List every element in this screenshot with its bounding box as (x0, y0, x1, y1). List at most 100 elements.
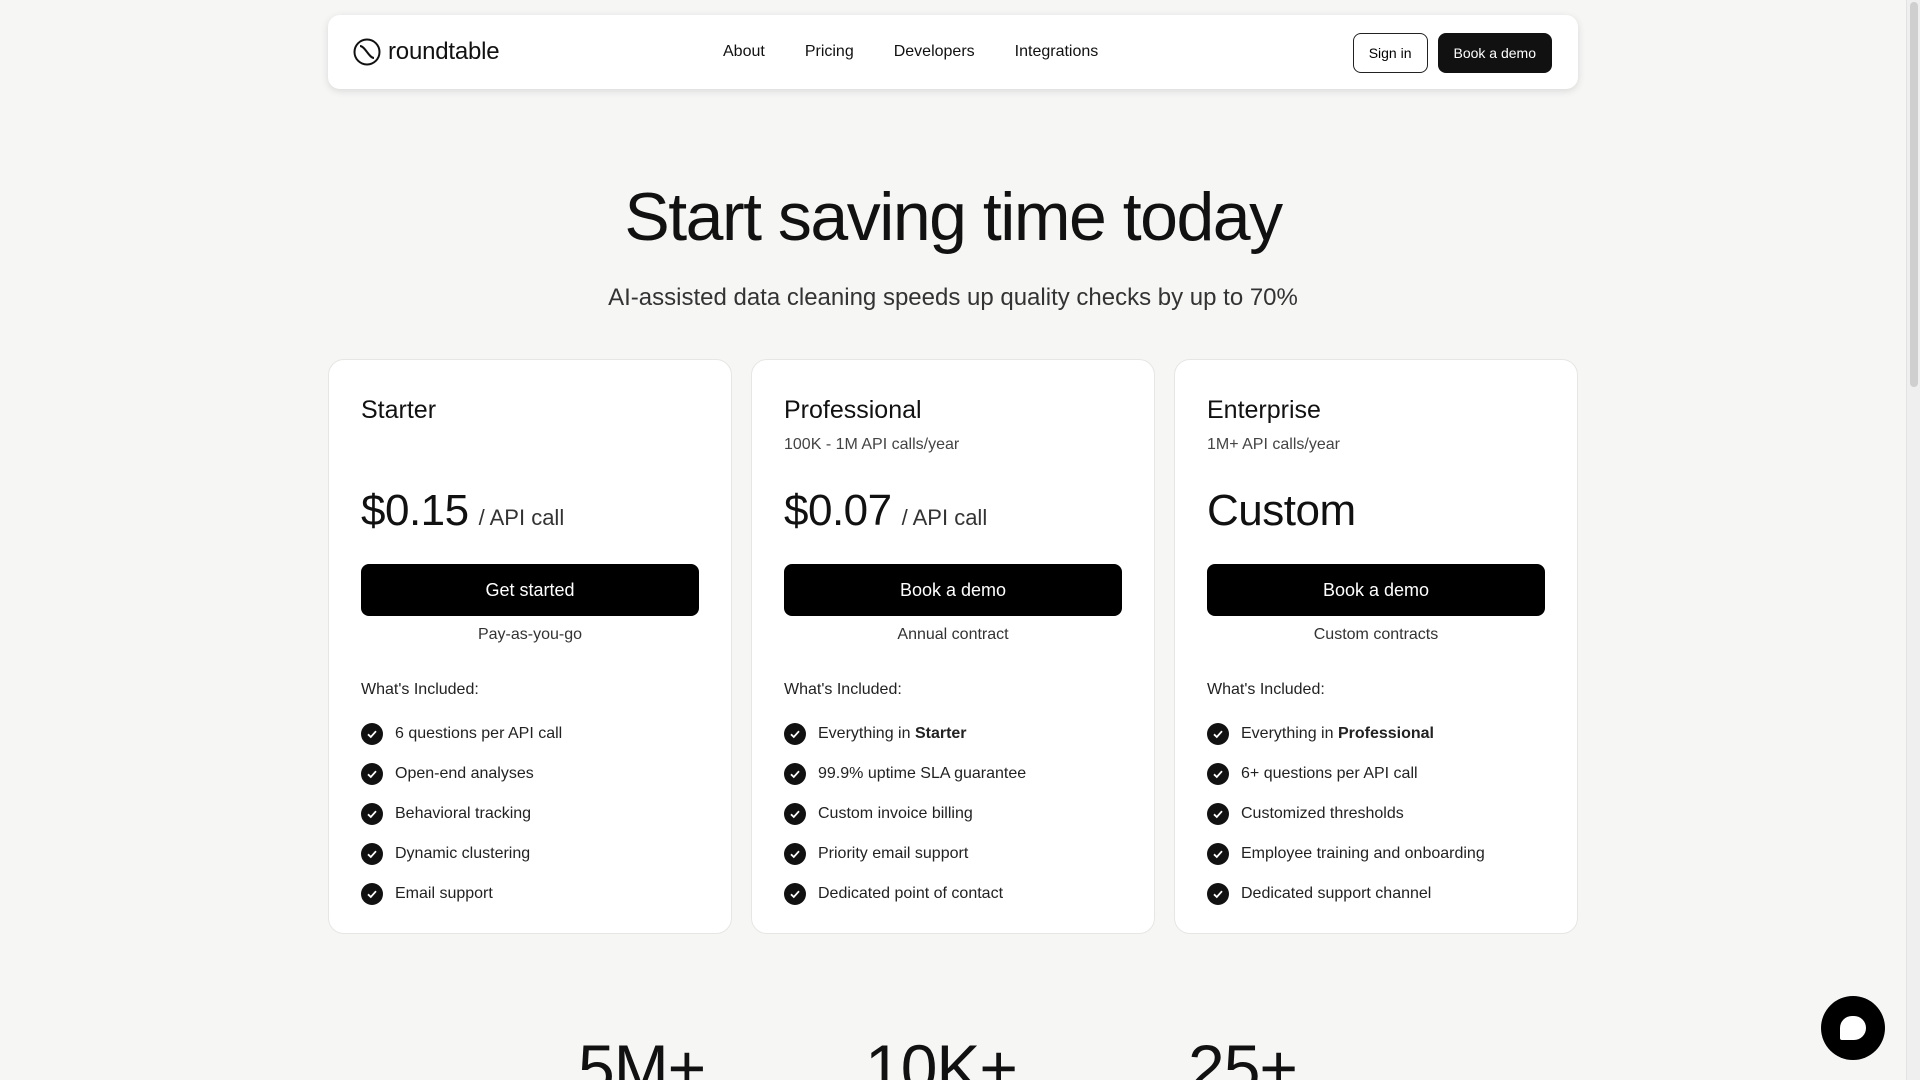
check-circle-icon (361, 883, 383, 905)
check-circle-icon (1207, 803, 1229, 825)
feature-item: Employee training and onboarding (1207, 834, 1485, 874)
page-scrollbar[interactable] (1906, 0, 1920, 1080)
feature-list: Everything in Professional 6+ questions … (1207, 714, 1485, 914)
feature-item: Dynamic clustering (361, 834, 562, 874)
logo[interactable]: roundtable (352, 37, 500, 67)
feature-item: Everything in Professional (1207, 714, 1485, 754)
plan-volume: 100K - 1M API calls/year (784, 436, 960, 453)
included-label: What's Included: (784, 681, 902, 698)
plan-volume: 1M+ API calls/year (1207, 436, 1340, 453)
feature-item: Priority email support (784, 834, 1026, 874)
plan-billing-note: Annual contract (897, 626, 1009, 643)
chat-launcher-button[interactable] (1821, 996, 1885, 1060)
check-circle-icon (361, 763, 383, 785)
nav-link-integrations[interactable]: Integrations (1015, 43, 1099, 61)
included-label: What's Included: (361, 681, 479, 698)
plan-name: Professional (784, 396, 922, 424)
price-row: $0.07 / API call (784, 486, 987, 536)
feature-text: Employee training and onboarding (1241, 845, 1485, 862)
feature-text-prefix: Everything in (818, 725, 915, 742)
price-row: $0.15 / API call (361, 486, 564, 536)
feature-text: Dynamic clustering (395, 845, 531, 862)
feature-item: 99.9% uptime SLA guarantee (784, 754, 1026, 794)
sign-in-button[interactable]: Sign in (1352, 33, 1428, 73)
check-circle-icon (1207, 843, 1229, 865)
feature-item: Customized thresholds (1207, 794, 1485, 834)
stat-value: 10K+ (865, 1031, 1018, 1080)
check-circle-icon (1207, 883, 1229, 905)
feature-item: Custom invoice billing (784, 794, 1026, 834)
feature-item: Email support (361, 874, 562, 914)
feature-text: Dedicated point of contact (818, 885, 1004, 902)
feature-text: Email support (395, 885, 493, 902)
check-circle-icon (361, 843, 383, 865)
feature-text: Everything in Professional (1241, 725, 1434, 743)
book-demo-nav-button[interactable]: Book a demo (1437, 33, 1552, 73)
page-title: Start saving time today (624, 179, 1283, 255)
feature-text: 6 questions per API call (395, 725, 563, 742)
feature-list: Everything in Starter 99.9% uptime SLA g… (784, 714, 1026, 914)
nav-actions: Sign in Book a demo (1352, 33, 1552, 73)
plan-card-enterprise: Enterprise 1M+ API calls/year Custom Boo… (1174, 359, 1578, 934)
stat-value: 5M+ (578, 1031, 706, 1080)
nav-links: About Pricing Developers Integrations (723, 15, 1098, 89)
page-subtitle: AI-assisted data cleaning speeds up qual… (608, 284, 1298, 311)
plan-card-starter: Starter $0.15 / API call Get started Pay… (328, 359, 732, 934)
roundtable-logo-icon (353, 38, 381, 66)
feature-item: 6 questions per API call (361, 714, 562, 754)
stats-row: 5M+ 10K+ 25+ (0, 1025, 1906, 1080)
check-circle-icon (784, 763, 806, 785)
chat-bubble-icon (1840, 1016, 1866, 1040)
feature-item: Behavioral tracking (361, 794, 562, 834)
feature-text-prefix: Everything in (1241, 725, 1338, 742)
plan-name: Enterprise (1207, 396, 1321, 424)
feature-item: Dedicated support channel (1207, 874, 1485, 914)
nav-link-developers[interactable]: Developers (894, 43, 975, 61)
stat-value: 25+ (1188, 1031, 1298, 1080)
nav-link-about[interactable]: About (723, 43, 765, 61)
plan-price: Custom (1207, 486, 1356, 535)
nav-link-pricing[interactable]: Pricing (805, 43, 854, 61)
plan-price: $0.15 (361, 486, 469, 535)
feature-text: Everything in Starter (818, 725, 967, 743)
feature-list: 6 questions per API call Open-end analys… (361, 714, 562, 914)
plan-billing-note: Custom contracts (1313, 626, 1439, 643)
feature-item: 6+ questions per API call (1207, 754, 1485, 794)
book-demo-button[interactable]: Book a demo (1207, 564, 1545, 616)
plan-price-unit: / API call (901, 505, 988, 530)
check-circle-icon (1207, 723, 1229, 745)
feature-text: Dedicated support channel (1241, 885, 1432, 902)
plan-card-professional: Professional 100K - 1M API calls/year $0… (751, 359, 1155, 934)
plan-price: $0.07 (784, 486, 892, 535)
plan-volume (361, 436, 699, 456)
check-circle-icon (784, 843, 806, 865)
feature-item: Everything in Starter (784, 714, 1026, 754)
check-circle-icon (784, 803, 806, 825)
check-circle-icon (361, 723, 383, 745)
plan-billing-note: Pay-as-you-go (477, 626, 583, 643)
feature-text: Custom invoice billing (818, 805, 973, 822)
plan-price-unit: / API call (478, 505, 565, 530)
price-row: Custom (1207, 486, 1366, 536)
logo-text: roundtable (388, 38, 500, 65)
feature-text: 6+ questions per API call (1241, 765, 1418, 782)
feature-text: Customized thresholds (1241, 805, 1404, 822)
scrollbar-thumb[interactable] (1910, 2, 1918, 387)
check-circle-icon (784, 883, 806, 905)
plan-name: Starter (361, 396, 437, 424)
check-circle-icon (784, 723, 806, 745)
feature-text-bold: Starter (914, 725, 967, 742)
check-circle-icon (1207, 763, 1229, 785)
feature-item: Dedicated point of contact (784, 874, 1026, 914)
feature-text: Behavioral tracking (395, 805, 532, 822)
feature-text: 99.9% uptime SLA guarantee (818, 765, 1027, 782)
feature-text: Priority email support (818, 845, 969, 862)
feature-item: Open-end analyses (361, 754, 562, 794)
feature-text-bold: Professional (1337, 725, 1434, 742)
get-started-button[interactable]: Get started (361, 564, 699, 616)
check-circle-icon (361, 803, 383, 825)
book-demo-button[interactable]: Book a demo (784, 564, 1122, 616)
top-navbar: roundtable About Pricing Developers Inte… (328, 15, 1578, 89)
included-label: What's Included: (1207, 681, 1325, 698)
feature-text: Open-end analyses (395, 765, 534, 782)
